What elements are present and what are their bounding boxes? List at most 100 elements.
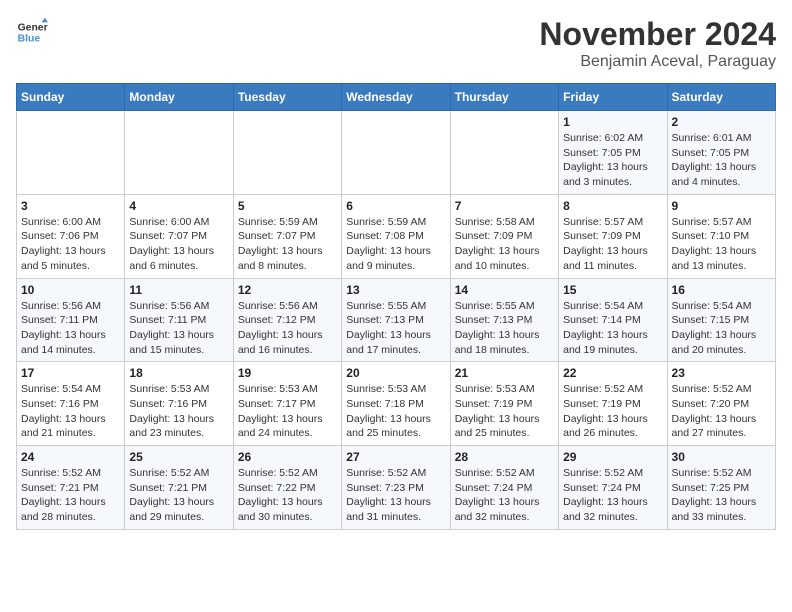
calendar-cell: 8Sunrise: 5:57 AMSunset: 7:09 PMDaylight… [559,194,667,278]
day-info: Sunrise: 5:53 AMSunset: 7:17 PMDaylight:… [238,382,337,441]
day-info: Sunrise: 5:56 AMSunset: 7:11 PMDaylight:… [21,299,120,358]
calendar-cell: 22 Sunrise: 5:52 AMSunset: 7:19 PMDayligh… [559,362,667,446]
calendar-cell: 27 Sunrise: 5:52 AMSunset: 7:23 PMDayligh… [342,446,450,530]
weekday-wednesday: Wednesday [342,84,450,111]
day-number: 10 [21,283,120,297]
day-info: Sunrise: 5:52 AMSunset: 7:21 PMDaylight:… [129,466,228,525]
weekday-monday: Monday [125,84,233,111]
calendar-header: Sunday Monday Tuesday Wednesday Thursday… [17,84,776,111]
calendar-week-row: 3 Sunrise: 6:00 AMSunset: 7:06 PMDaylight… [17,194,776,278]
logo: General Blue [16,16,48,48]
calendar-week-row: 24 Sunrise: 5:52 AMSunset: 7:21 PMDayligh… [17,446,776,530]
calendar-cell: 20 Sunrise: 5:53 AMSunset: 7:18 PMDayligh… [342,362,450,446]
weekday-thursday: Thursday [450,84,558,111]
day-number: 12 [238,283,337,297]
day-number: 18 [129,366,228,380]
calendar-week-row: 17 Sunrise: 5:54 AMSunset: 7:16 PMDayligh… [17,362,776,446]
calendar-cell: 15 Sunrise: 5:54 AMSunset: 7:14 PMDayligh… [559,278,667,362]
day-number: 8 [563,199,662,213]
day-number: 14 [455,283,554,297]
day-info: Sunrise: 5:52 AMSunset: 7:21 PMDaylight:… [21,466,120,525]
day-info: Sunrise: 6:01 AMSunset: 7:05 PMDaylight:… [672,131,771,190]
calendar-body: 1 Sunrise: 6:02 AMSunset: 7:05 PMDaylight… [17,111,776,530]
day-info: Sunrise: 5:52 AMSunset: 7:22 PMDaylight:… [238,466,337,525]
month-title: November 2024 [539,16,776,53]
calendar-cell: 25 Sunrise: 5:52 AMSunset: 7:21 PMDayligh… [125,446,233,530]
calendar-cell: 12 Sunrise: 5:56 AMSunset: 7:12 PMDayligh… [233,278,341,362]
weekday-saturday: Saturday [667,84,775,111]
day-number: 23 [672,366,771,380]
day-info: Sunrise: 5:52 AMSunset: 7:19 PMDaylight:… [563,382,662,441]
calendar-cell: 14 Sunrise: 5:55 AMSunset: 7:13 PMDayligh… [450,278,558,362]
day-info: Sunrise: 6:02 AMSunset: 7:05 PMDaylight:… [563,131,662,190]
day-number: 19 [238,366,337,380]
day-number: 20 [346,366,445,380]
day-number: 25 [129,450,228,464]
day-info: Sunrise: 5:54 AMSunset: 7:14 PMDaylight:… [563,299,662,358]
day-info: Sunrise: 5:59 AMSunset: 7:07 PMDaylight:… [238,215,337,274]
calendar-cell: 13Sunrise: 5:55 AMSunset: 7:13 PMDayligh… [342,278,450,362]
day-info: Sunrise: 5:53 AMSunset: 7:19 PMDaylight:… [455,382,554,441]
day-info: Sunrise: 5:58 AMSunset: 7:09 PMDaylight:… [455,215,554,274]
calendar-cell: 3 Sunrise: 6:00 AMSunset: 7:06 PMDaylight… [17,194,125,278]
calendar-cell: 30 Sunrise: 5:52 AMSunset: 7:25 PMDayligh… [667,446,775,530]
calendar-table: Sunday Monday Tuesday Wednesday Thursday… [16,83,776,530]
calendar-cell: 29Sunrise: 5:52 AMSunset: 7:24 PMDayligh… [559,446,667,530]
day-info: Sunrise: 5:53 AMSunset: 7:16 PMDaylight:… [129,382,228,441]
day-info: Sunrise: 6:00 AMSunset: 7:07 PMDaylight:… [129,215,228,274]
day-number: 3 [21,199,120,213]
calendar-cell: 7 Sunrise: 5:58 AMSunset: 7:09 PMDaylight… [450,194,558,278]
calendar-cell [17,111,125,195]
day-number: 30 [672,450,771,464]
svg-text:Blue: Blue [18,34,41,45]
day-number: 17 [21,366,120,380]
day-info: Sunrise: 5:56 AMSunset: 7:11 PMDaylight:… [129,299,228,358]
day-number: 29 [563,450,662,464]
day-info: Sunrise: 5:53 AMSunset: 7:18 PMDaylight:… [346,382,445,441]
calendar-cell: 16 Sunrise: 5:54 AMSunset: 7:15 PMDayligh… [667,278,775,362]
day-number: 7 [455,199,554,213]
calendar-cell: 24 Sunrise: 5:52 AMSunset: 7:21 PMDayligh… [17,446,125,530]
calendar-cell: 11 Sunrise: 5:56 AMSunset: 7:11 PMDayligh… [125,278,233,362]
day-info: Sunrise: 5:56 AMSunset: 7:12 PMDaylight:… [238,299,337,358]
day-info: Sunrise: 5:52 AMSunset: 7:20 PMDaylight:… [672,382,771,441]
calendar-cell: 19 Sunrise: 5:53 AMSunset: 7:17 PMDayligh… [233,362,341,446]
day-info: Sunrise: 5:57 AMSunset: 7:10 PMDaylight:… [672,215,771,274]
calendar-week-row: 1 Sunrise: 6:02 AMSunset: 7:05 PMDaylight… [17,111,776,195]
day-number: 6 [346,199,445,213]
calendar-cell: 1 Sunrise: 6:02 AMSunset: 7:05 PMDaylight… [559,111,667,195]
calendar-cell: 4 Sunrise: 6:00 AMSunset: 7:07 PMDaylight… [125,194,233,278]
day-info: Sunrise: 5:52 AMSunset: 7:25 PMDaylight:… [672,466,771,525]
location-title: Benjamin Aceval, Paraguay [539,53,776,71]
day-info: Sunrise: 5:52 AMSunset: 7:24 PMDaylight:… [455,466,554,525]
day-info: Sunrise: 5:52 AMSunset: 7:23 PMDaylight:… [346,466,445,525]
day-info: Sunrise: 5:54 AMSunset: 7:15 PMDaylight:… [672,299,771,358]
calendar-cell [342,111,450,195]
day-number: 11 [129,283,228,297]
day-number: 22 [563,366,662,380]
day-number: 16 [672,283,771,297]
weekday-row: Sunday Monday Tuesday Wednesday Thursday… [17,84,776,111]
calendar-cell: 9Sunrise: 5:57 AMSunset: 7:10 PMDaylight… [667,194,775,278]
day-number: 28 [455,450,554,464]
day-info: Sunrise: 5:54 AMSunset: 7:16 PMDaylight:… [21,382,120,441]
calendar-cell: 5 Sunrise: 5:59 AMSunset: 7:07 PMDaylight… [233,194,341,278]
day-number: 5 [238,199,337,213]
calendar-week-row: 10 Sunrise: 5:56 AMSunset: 7:11 PMDayligh… [17,278,776,362]
calendar-cell [125,111,233,195]
day-info: Sunrise: 5:55 AMSunset: 7:13 PMDaylight:… [455,299,554,358]
day-number: 24 [21,450,120,464]
calendar-cell: 26 Sunrise: 5:52 AMSunset: 7:22 PMDayligh… [233,446,341,530]
day-number: 26 [238,450,337,464]
day-info: Sunrise: 6:00 AMSunset: 7:06 PMDaylight:… [21,215,120,274]
day-number: 15 [563,283,662,297]
day-number: 1 [563,115,662,129]
calendar-cell: 21Sunrise: 5:53 AMSunset: 7:19 PMDayligh… [450,362,558,446]
logo-icon: General Blue [16,16,48,48]
calendar-cell [450,111,558,195]
calendar-cell: 6Sunrise: 5:59 AMSunset: 7:08 PMDaylight… [342,194,450,278]
day-number: 13 [346,283,445,297]
calendar-cell: 28 Sunrise: 5:52 AMSunset: 7:24 PMDayligh… [450,446,558,530]
day-number: 27 [346,450,445,464]
day-number: 4 [129,199,228,213]
